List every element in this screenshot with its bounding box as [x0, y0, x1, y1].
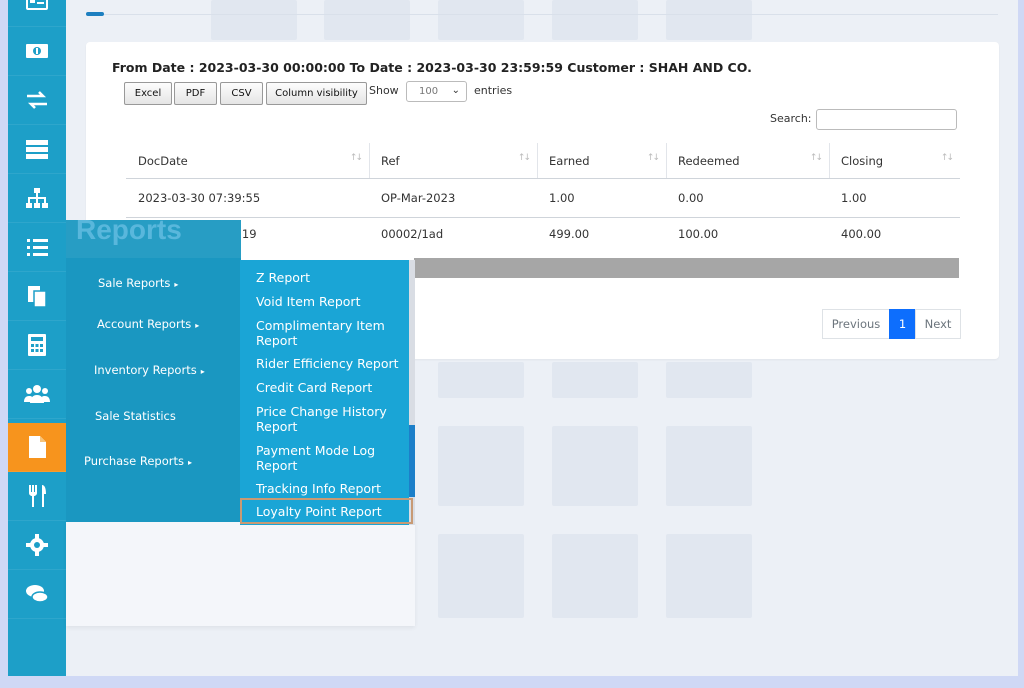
submenu-item-rider-efficiency-report[interactable]: Rider Efficiency Report	[256, 356, 406, 371]
menu-item-sale-statistics[interactable]: Sale Statistics	[95, 409, 176, 423]
sort-icon: ↑↓	[517, 153, 531, 163]
menu-item-sale-reports[interactable]: Sale Reports ▸	[98, 276, 178, 290]
newspaper-icon[interactable]	[8, 0, 66, 27]
table-cell: OP-Mar-2023	[381, 191, 456, 205]
submenu-item-credit-card-report[interactable]: Credit Card Report	[256, 380, 406, 395]
menu-shadow	[66, 520, 415, 626]
list-ol-icon[interactable]	[8, 223, 66, 272]
tab-active-indicator[interactable]	[86, 12, 104, 16]
search-label: Search:	[770, 112, 812, 125]
submenu-item-z-report[interactable]: Z Report	[256, 270, 406, 285]
sort-icon: ↑↓	[809, 153, 823, 163]
horizontal-scrollbar[interactable]	[414, 258, 959, 278]
column-header-earned[interactable]: Earned ↑↓	[537, 143, 666, 179]
caret-right-icon: ▸	[188, 458, 193, 467]
chevron-down-icon: ⌄	[451, 85, 460, 96]
table-cell: 2023-03-30 07:39:55	[138, 191, 261, 205]
submenu-item-loyalty-point-report[interactable]: Loyalty Point Report	[256, 504, 406, 519]
table-cell: 0.00	[678, 191, 704, 205]
table-cell: 499.00	[549, 227, 590, 241]
money-icon[interactable]	[8, 27, 66, 76]
entries-value: 100	[419, 86, 439, 97]
report-title: From Date : 2023-03-30 00:00:00 To Date …	[112, 60, 752, 75]
menu-item-purchase-reports[interactable]: Purchase Reports ▸	[84, 454, 192, 468]
pdf-button[interactable]: PDF	[174, 82, 217, 105]
exchange-icon[interactable]	[8, 76, 66, 125]
show-label: Show	[369, 84, 399, 97]
caret-right-icon: ▸	[174, 280, 179, 289]
sidebar	[8, 0, 66, 676]
sitemap-icon[interactable]	[8, 174, 66, 223]
submenu-item-payment-mode-log-report[interactable]: Payment Mode Log Report	[256, 443, 406, 473]
calculator-icon[interactable]	[8, 321, 66, 370]
utensils-icon[interactable]	[8, 472, 66, 521]
entries-select[interactable]: 100 ⌄	[406, 81, 467, 102]
sort-icon: ↑↓	[646, 153, 660, 163]
table-cell: 1.00	[841, 191, 867, 205]
comments-icon[interactable]	[8, 570, 66, 619]
caret-right-icon: ▸	[195, 321, 200, 330]
column-header-ref[interactable]: Ref ↑↓	[369, 143, 537, 179]
tab-underline	[86, 14, 998, 15]
pagination-page-1[interactable]: 1	[889, 309, 916, 339]
users-icon[interactable]	[8, 370, 66, 419]
submenu-item-void-item-report[interactable]: Void Item Report	[256, 294, 406, 309]
sort-icon: ↑↓	[349, 153, 363, 163]
table-cell: 100.00	[678, 227, 719, 241]
cog-icon[interactable]	[8, 521, 66, 570]
submenu-item-price-change-history-report[interactable]: Price Change History Report	[256, 404, 406, 434]
copy-icon[interactable]	[8, 272, 66, 321]
column-header-closing[interactable]: Closing ↑↓	[829, 143, 960, 179]
csv-button[interactable]: CSV	[220, 82, 263, 105]
submenu-item-complimentary-item-report[interactable]: Complimentary Item Report	[256, 318, 406, 348]
table-cell: 00002/1ad	[381, 227, 444, 241]
file-icon[interactable]	[8, 423, 66, 472]
column-header-redeemed[interactable]: Redeemed ↑↓	[666, 143, 829, 179]
search-input[interactable]	[816, 109, 957, 130]
table-cell: 400.00	[841, 227, 882, 241]
pagination-next-button[interactable]: Next	[915, 309, 961, 339]
entries-label: entries	[474, 84, 513, 97]
caret-right-icon: ▸	[200, 367, 205, 376]
submenu-item-tracking-info-report[interactable]: Tracking Info Report	[256, 481, 406, 496]
server-icon[interactable]	[8, 125, 66, 174]
excel-button[interactable]: Excel	[124, 82, 172, 105]
menu-item-account-reports[interactable]: Account Reports ▸	[97, 317, 199, 331]
column-visibility-button[interactable]: Column visibility	[266, 82, 367, 105]
pagination-previous-button[interactable]: Previous	[822, 309, 890, 339]
table-cell: 1.00	[549, 191, 575, 205]
menu-item-inventory-reports[interactable]: Inventory Reports ▸	[94, 363, 205, 377]
reports-menu-title: Reports	[76, 214, 182, 245]
submenu-scroll-thumb[interactable]	[409, 425, 415, 497]
column-header-docdate[interactable]: DocDate ↑↓	[126, 143, 369, 179]
sort-icon: ↑↓	[940, 153, 954, 163]
